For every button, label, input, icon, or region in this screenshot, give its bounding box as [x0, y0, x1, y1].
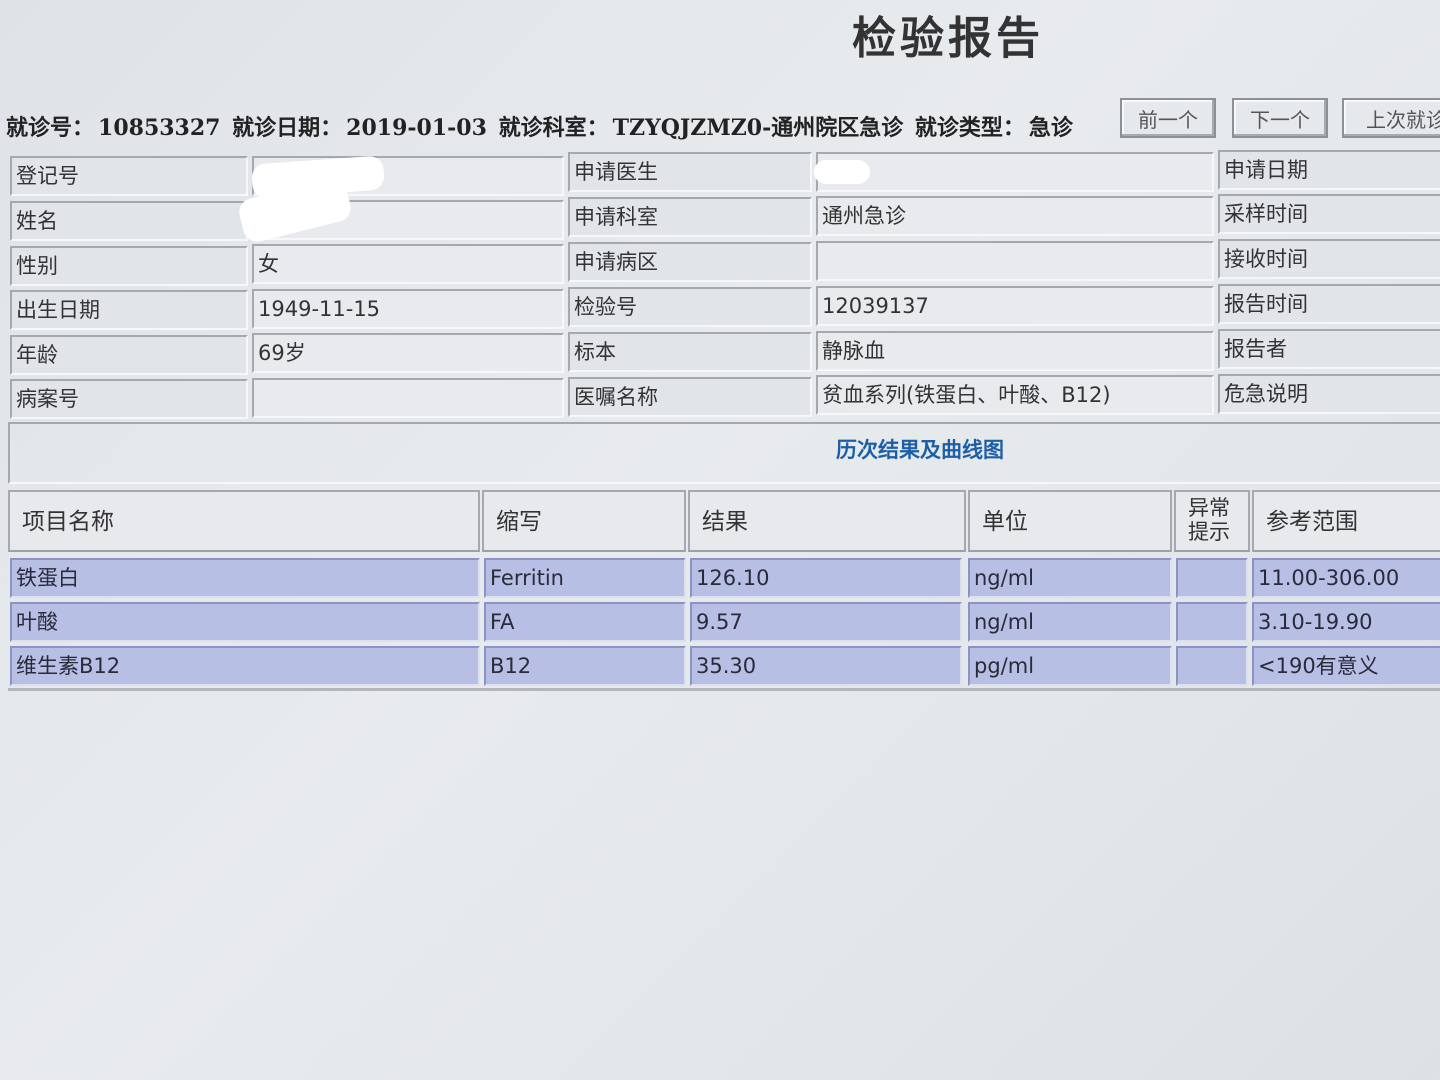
- column-header-flag-line2: 提示: [1188, 520, 1230, 544]
- result-range[interactable]: 3.10-19.90: [1252, 602, 1440, 642]
- column-header-range: 参考范围: [1252, 490, 1440, 552]
- result-flag[interactable]: [1176, 558, 1248, 598]
- critical-label: 危急说明: [1218, 374, 1440, 414]
- test-no-label: 检验号: [568, 287, 812, 327]
- result-flag[interactable]: [1176, 602, 1248, 642]
- name-label: 姓名: [10, 201, 248, 241]
- doctor-value: [816, 152, 1214, 192]
- visit-type-label: 就诊类型：: [914, 115, 1025, 141]
- result-range[interactable]: <190有意义: [1252, 646, 1440, 686]
- visit-info-bar: 就诊号： 10853327 就诊日期： 2019-01-03 就诊科室： TZYQJZ…: [6, 110, 1077, 142]
- dept-label: 申请科室: [568, 197, 812, 237]
- visit-no: 10853327: [98, 115, 221, 141]
- ward-label: 申请病区: [568, 242, 812, 282]
- next-button[interactable]: 下一个: [1232, 98, 1328, 138]
- result-value[interactable]: 9.57: [690, 602, 962, 642]
- result-name[interactable]: 维生素B12: [10, 646, 480, 686]
- previous-button[interactable]: 前一个: [1120, 98, 1216, 138]
- visit-department-label: 就诊科室：: [498, 115, 609, 141]
- column-header-abbr: 缩写: [482, 490, 686, 552]
- report-time-label: 报告时间: [1218, 284, 1440, 324]
- sex-label: 性别: [10, 246, 248, 286]
- order-label: 医嘱名称: [568, 377, 812, 417]
- result-range[interactable]: 11.00-306.00: [1252, 558, 1440, 598]
- specimen-value: 静脉血: [816, 331, 1214, 371]
- sample-time-label: 采样时间: [1218, 194, 1440, 234]
- order-value: 贫血系列(铁蛋白、叶酸、B12): [816, 375, 1214, 415]
- column-header-flag: 异常 提示: [1174, 490, 1250, 552]
- sex-value: 女: [252, 244, 564, 284]
- visit-date-label: 就诊日期：: [232, 115, 343, 141]
- history-results-link[interactable]: 历次结果及曲线图: [836, 434, 1004, 464]
- receive-time-label: 接收时间: [1218, 239, 1440, 279]
- result-name[interactable]: 叶酸: [10, 602, 480, 642]
- history-panel: [8, 422, 1440, 484]
- visit-date: 2019-01-03: [346, 115, 487, 141]
- age-label: 年龄: [10, 335, 248, 375]
- case-no-value: [252, 378, 564, 418]
- doctor-label: 申请医生: [568, 152, 812, 192]
- result-name[interactable]: 铁蛋白: [10, 558, 480, 598]
- case-no-label: 病案号: [10, 379, 248, 419]
- dob-value: 1949-11-15: [252, 289, 564, 329]
- result-unit[interactable]: ng/ml: [968, 602, 1172, 642]
- column-header-name: 项目名称: [8, 490, 480, 552]
- result-unit[interactable]: pg/ml: [968, 646, 1172, 686]
- column-header-result: 结果: [688, 490, 966, 552]
- last-visit-button[interactable]: 上次就诊: [1342, 98, 1440, 138]
- visit-no-label: 就诊号：: [6, 115, 95, 141]
- visit-department: TZYQJZMZ0-通州院区急诊: [612, 115, 904, 141]
- dept-value: 通州急诊: [816, 196, 1214, 236]
- result-abbr[interactable]: Ferritin: [484, 558, 686, 598]
- apply-date-label: 申请日期: [1218, 150, 1440, 190]
- reporter-label: 报告者: [1218, 329, 1440, 369]
- ward-value: [816, 241, 1214, 281]
- result-value[interactable]: 35.30: [690, 646, 962, 686]
- specimen-label: 标本: [568, 332, 812, 372]
- column-header-unit: 单位: [968, 490, 1172, 552]
- age-value: 69岁: [252, 333, 564, 373]
- page-title: 检验报告: [852, 13, 1044, 64]
- column-header-flag-line1: 异常: [1188, 496, 1230, 520]
- dob-label: 出生日期: [10, 290, 248, 330]
- visit-type: 急诊: [1028, 115, 1073, 141]
- results-bottom-border: [8, 688, 1440, 691]
- result-value[interactable]: 126.10: [690, 558, 962, 598]
- result-abbr[interactable]: FA: [484, 602, 686, 642]
- reg-no-label: 登记号: [10, 156, 248, 196]
- result-flag[interactable]: [1176, 646, 1248, 686]
- redaction-mark: [814, 160, 870, 184]
- result-unit[interactable]: ng/ml: [968, 558, 1172, 598]
- result-abbr[interactable]: B12: [484, 646, 686, 686]
- test-no-value: 12039137: [816, 286, 1214, 326]
